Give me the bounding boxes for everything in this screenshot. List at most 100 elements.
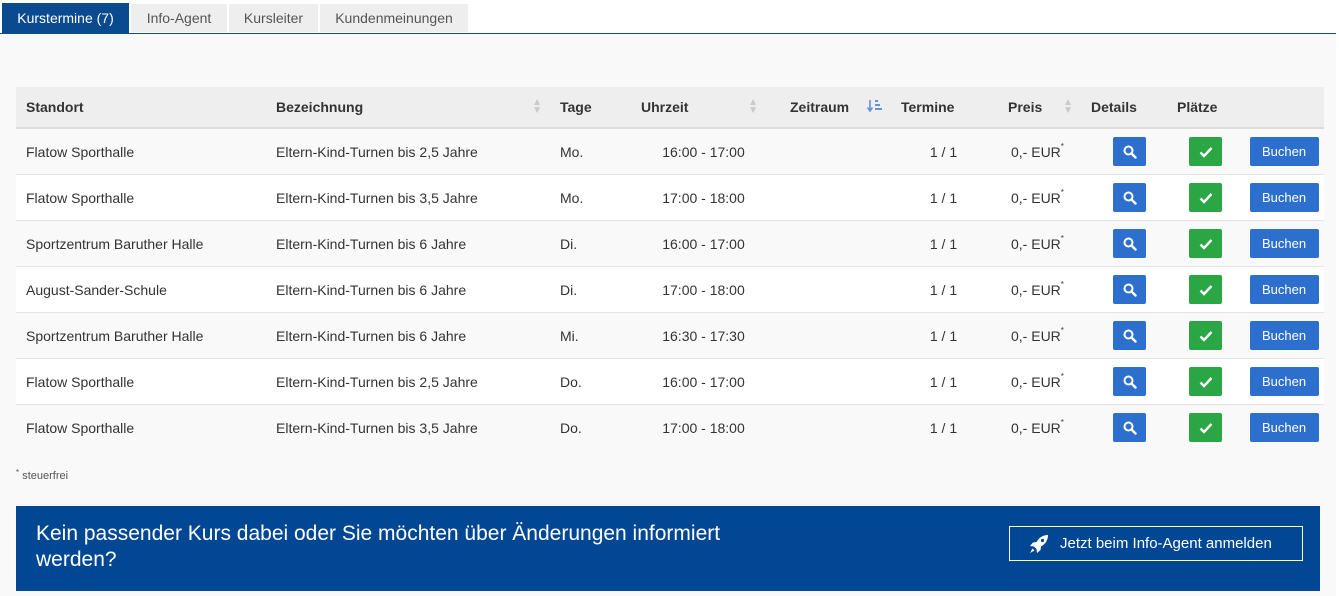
cell-bezeichnung: Eltern-Kind-Turnen bis 6 Jahre: [266, 266, 550, 313]
cell-standort: Flatow Sporthalle: [16, 404, 266, 450]
details-button[interactable]: [1112, 275, 1146, 304]
availability-button[interactable]: [1189, 413, 1222, 442]
check-icon: [1199, 423, 1213, 434]
cell-zeitraum: [766, 127, 891, 175]
info-agent-banner: Kein passender Kurs dabei oder Sie möcht…: [16, 506, 1320, 591]
details-button[interactable]: [1112, 137, 1146, 166]
cell-details: [1081, 312, 1167, 359]
book-button[interactable]: Buchen: [1249, 275, 1319, 304]
header-details: Details: [1081, 87, 1167, 129]
cell-uhrzeit: 17:00 - 18:00: [631, 266, 766, 313]
details-button[interactable]: [1112, 413, 1146, 442]
header-bezeichnung[interactable]: Bezeichnung ▲ ▼: [266, 87, 550, 129]
tab-kursleiter[interactable]: Kursleiter: [229, 4, 318, 32]
cell-preis: 0,- EUR*: [986, 266, 1081, 313]
details-button[interactable]: [1112, 183, 1146, 212]
book-button[interactable]: Buchen: [1249, 183, 1319, 212]
header-uhrzeit[interactable]: Uhrzeit ▲ ▼: [631, 87, 766, 129]
availability-button[interactable]: [1189, 229, 1222, 258]
sort-icon: ▲ ▼: [532, 97, 542, 116]
cell-plaetze: [1167, 127, 1234, 175]
details-button[interactable]: [1112, 321, 1146, 350]
cell-termine: 1 / 1: [891, 174, 986, 221]
details-button[interactable]: [1112, 229, 1146, 258]
cell-details: [1081, 174, 1167, 221]
cell-actions: Buchen: [1234, 312, 1324, 359]
availability-button[interactable]: [1189, 367, 1222, 396]
cell-zeitraum: [766, 174, 891, 221]
tax-footnote: * steuerfrei: [16, 468, 69, 482]
header-zeitraum[interactable]: Zeitraum: [766, 87, 891, 129]
cell-actions: Buchen: [1234, 174, 1324, 221]
tab-panel: Standort Bezeichnung ▲ ▼ Tage Uhrzeit ▲ ▼ Ze…: [0, 34, 1336, 596]
cell-tage: Mi.: [550, 312, 631, 359]
search-icon: [1123, 237, 1137, 251]
tab-bar: Kurstermine (7) Info-Agent Kursleiter Ku…: [0, 0, 1336, 34]
cell-details: [1081, 220, 1167, 267]
cell-actions: Buchen: [1234, 266, 1324, 313]
cell-standort: Flatow Sporthalle: [16, 174, 266, 221]
check-icon: [1199, 377, 1213, 388]
cell-details: [1081, 266, 1167, 313]
cell-zeitraum: [766, 358, 891, 405]
info-agent-signup-button[interactable]: Jetzt beim Info-Agent anmelden: [1009, 526, 1303, 561]
cell-actions: Buchen: [1234, 220, 1324, 267]
book-button[interactable]: Buchen: [1249, 367, 1319, 396]
sort-amount-icon: [866, 99, 883, 116]
table-row: Flatow Sporthalle Eltern-Kind-Turnen bis …: [16, 358, 1324, 405]
header-tage[interactable]: Tage: [550, 87, 631, 129]
book-button[interactable]: Buchen: [1249, 413, 1319, 442]
course-table: Standort Bezeichnung ▲ ▼ Tage Uhrzeit ▲ ▼ Ze…: [16, 87, 1324, 450]
header-standort[interactable]: Standort: [16, 87, 266, 129]
cell-plaetze: [1167, 358, 1234, 405]
availability-button[interactable]: [1189, 137, 1222, 166]
availability-button[interactable]: [1189, 321, 1222, 350]
banner-text: Kein passender Kurs dabei oder Sie möcht…: [36, 522, 721, 571]
cell-tage: Do.: [550, 404, 631, 450]
rocket-icon: [1030, 535, 1048, 553]
cell-preis: 0,- EUR*: [986, 220, 1081, 267]
check-icon: [1199, 331, 1213, 342]
cell-standort: Flatow Sporthalle: [16, 127, 266, 175]
availability-button[interactable]: [1189, 183, 1222, 212]
table-row: Sportzentrum Baruther Halle Eltern-Kind-T…: [16, 312, 1324, 359]
search-icon: [1123, 375, 1137, 389]
tab-kurstermine[interactable]: Kurstermine (7): [2, 3, 129, 33]
cell-termine: 1 / 1: [891, 220, 986, 267]
cell-preis: 0,- EUR*: [986, 404, 1081, 450]
table-row: Flatow Sporthalle Eltern-Kind-Turnen bis …: [16, 127, 1324, 175]
cell-preis: 0,- EUR*: [986, 174, 1081, 221]
header-preis[interactable]: Preis ▲ ▼: [986, 87, 1081, 129]
cell-plaetze: [1167, 266, 1234, 313]
availability-button[interactable]: [1189, 275, 1222, 304]
book-button[interactable]: Buchen: [1249, 137, 1319, 166]
book-button[interactable]: Buchen: [1249, 321, 1319, 350]
cell-bezeichnung: Eltern-Kind-Turnen bis 3,5 Jahre: [266, 174, 550, 221]
cell-plaetze: [1167, 220, 1234, 267]
header-termine: Termine: [891, 87, 986, 129]
cell-uhrzeit: 17:00 - 18:00: [631, 404, 766, 450]
cell-uhrzeit: 16:00 - 17:00: [631, 220, 766, 267]
search-icon: [1123, 283, 1137, 297]
book-button[interactable]: Buchen: [1249, 229, 1319, 258]
cell-plaetze: [1167, 312, 1234, 359]
tab-kundenmeinungen[interactable]: Kundenmeinungen: [320, 4, 468, 32]
table-row: Flatow Sporthalle Eltern-Kind-Turnen bis …: [16, 404, 1324, 450]
cell-tage: Di.: [550, 266, 631, 313]
tab-info-agent[interactable]: Info-Agent: [131, 4, 227, 32]
cell-standort: Flatow Sporthalle: [16, 358, 266, 405]
cell-tage: Di.: [550, 220, 631, 267]
cell-details: [1081, 404, 1167, 450]
cell-plaetze: [1167, 404, 1234, 450]
cell-bezeichnung: Eltern-Kind-Turnen bis 2,5 Jahre: [266, 358, 550, 405]
search-icon: [1123, 329, 1137, 343]
details-button[interactable]: [1112, 367, 1146, 396]
cell-preis: 0,- EUR*: [986, 127, 1081, 175]
cell-standort: August-Sander-Schule: [16, 266, 266, 313]
check-icon: [1199, 285, 1213, 296]
header-plaetze: Plätze: [1167, 87, 1234, 129]
table-header-row: Standort Bezeichnung ▲ ▼ Tage Uhrzeit ▲ ▼ Ze…: [16, 87, 1324, 129]
cell-termine: 1 / 1: [891, 266, 986, 313]
cell-uhrzeit: 16:00 - 17:00: [631, 127, 766, 175]
header-actions: [1234, 87, 1324, 129]
